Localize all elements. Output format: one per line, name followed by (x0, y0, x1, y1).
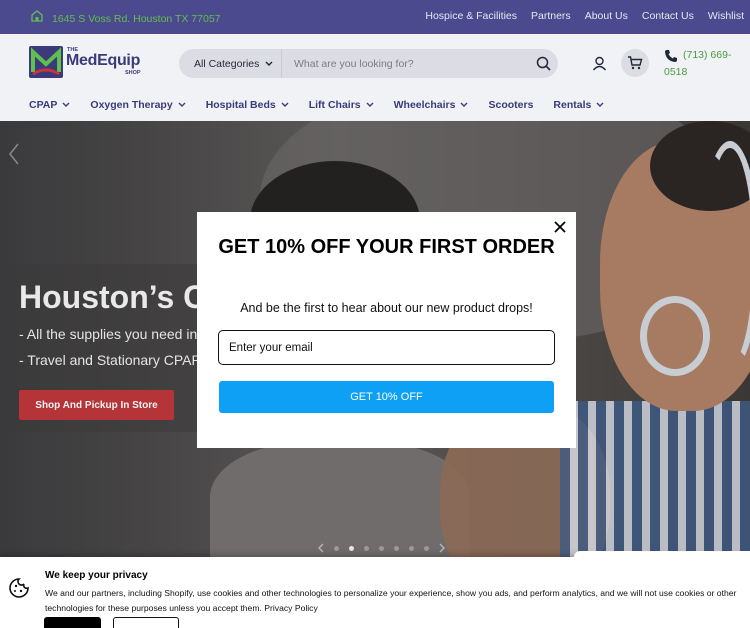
phone-icon (665, 50, 677, 62)
top-link-hospice[interactable]: Hospice & Facilities (425, 10, 517, 22)
site-logo[interactable]: THE MedEquip SHOP (29, 46, 149, 80)
search-button[interactable] (528, 49, 558, 78)
nav-item-wheelchairs[interactable]: Wheelchairs (394, 99, 469, 111)
hero-photo-cpap-mask (640, 296, 710, 376)
chevron-down-icon (366, 102, 374, 107)
slide-dot[interactable] (424, 545, 429, 551)
top-link-contact[interactable]: Contact Us (642, 10, 694, 22)
main-nav: CPAP Oxygen Therapy Hospital Beds Lift C… (0, 88, 750, 121)
logo-shop: SHOP (125, 70, 141, 76)
hero-photo-shirt (560, 401, 750, 561)
top-link-partners[interactable]: Partners (531, 10, 571, 22)
slide-dot[interactable] (334, 545, 339, 551)
cookie-accept-button[interactable] (44, 617, 101, 628)
chevron-left-icon[interactable] (318, 543, 324, 553)
slide-pagination (318, 543, 445, 553)
search-input[interactable] (282, 49, 528, 78)
search-bar: All Categories (179, 49, 558, 78)
hero-title: Houston’s Cl (19, 279, 216, 315)
store-icon (30, 9, 44, 28)
nav-item-label: Lift Chairs (308, 98, 361, 111)
email-field[interactable] (218, 330, 555, 365)
chevron-down-icon (596, 102, 604, 107)
store-address[interactable]: 1645 S Voss Rd. Houston TX 77057 (30, 9, 221, 28)
popup-subtitle: And be the first to hear about our new p… (240, 301, 533, 315)
nav-item-lift-chairs[interactable]: Lift Chairs (309, 99, 374, 111)
store-address-text: 1645 S Voss Rd. Houston TX 77057 (52, 12, 221, 25)
cart-button[interactable] (621, 49, 649, 77)
hero-line-2: - Travel and Stationary CPAP M (19, 352, 217, 368)
chevron-down-icon (265, 61, 273, 66)
discount-popup: GET 10% OFF YOUR FIRST ORDER And be the … (197, 212, 576, 448)
category-select[interactable]: All Categories (179, 49, 282, 78)
nav-item-cpap[interactable]: CPAP (29, 99, 70, 111)
account-button[interactable] (586, 50, 612, 76)
shop-pickup-button[interactable]: Shop And Pickup In Store (19, 390, 174, 420)
top-link-wishlist[interactable]: Wishlist (708, 10, 744, 22)
site-header: THE MedEquip SHOP All Categories (713) 6… (0, 34, 750, 88)
cart-icon (628, 56, 643, 70)
logo-mark-icon (29, 46, 63, 78)
nav-item-rentals[interactable]: Rentals (553, 99, 604, 111)
chevron-down-icon (281, 102, 289, 107)
chevron-down-icon (460, 102, 468, 107)
slide-dot[interactable] (364, 545, 369, 551)
slide-dot[interactable] (409, 545, 414, 551)
nav-item-label: Hospital Beds (205, 98, 276, 111)
slide-dot[interactable] (394, 545, 399, 551)
slide-dot-active[interactable] (349, 545, 354, 551)
category-select-label: All Categories (194, 57, 260, 70)
user-icon (592, 56, 606, 70)
phone-link[interactable]: (713) 669-0518 (664, 47, 744, 81)
slide-prev-icon[interactable] (8, 143, 20, 165)
cookie-banner: We keep your privacy We and our partners… (0, 551, 750, 628)
popup-title: GET 10% OFF YOUR FIRST ORDER (218, 236, 555, 258)
nav-item-hospital-beds[interactable]: Hospital Beds (206, 99, 289, 111)
nav-item-label: Scooters (488, 98, 534, 111)
logo-name: MedEquip (66, 52, 141, 69)
chevron-down-icon (178, 102, 186, 107)
cookie-decline-button[interactable] (113, 617, 179, 628)
nav-item-label: Rentals (553, 98, 592, 111)
nav-item-scooters[interactable]: Scooters (488, 99, 533, 111)
nav-item-label: Wheelchairs (393, 98, 456, 111)
chevron-right-icon[interactable] (439, 543, 445, 553)
hero-line-1: - All the supplies you need in st (19, 326, 213, 342)
slide-dot[interactable] (379, 545, 384, 551)
nav-item-label: Oxygen Therapy (90, 98, 173, 111)
chat-widget-edge (574, 551, 750, 561)
nav-item-label: CPAP (29, 98, 58, 111)
cookie-title: We keep your privacy (45, 570, 148, 581)
top-links: Hospice & Facilities Partners About Us C… (425, 10, 744, 22)
get-discount-button[interactable]: GET 10% OFF (219, 381, 554, 413)
close-button[interactable] (552, 219, 568, 235)
chevron-down-icon (62, 102, 70, 107)
top-link-about[interactable]: About Us (585, 10, 628, 22)
cookie-text: We and our partners, including Shopify, … (45, 588, 737, 613)
search-icon (536, 56, 551, 71)
close-icon (554, 221, 566, 233)
nav-item-oxygen-therapy[interactable]: Oxygen Therapy (90, 98, 186, 111)
top-bar: 1645 S Voss Rd. Houston TX 77057 Hospice… (0, 0, 750, 34)
cookie-icon (9, 578, 29, 598)
